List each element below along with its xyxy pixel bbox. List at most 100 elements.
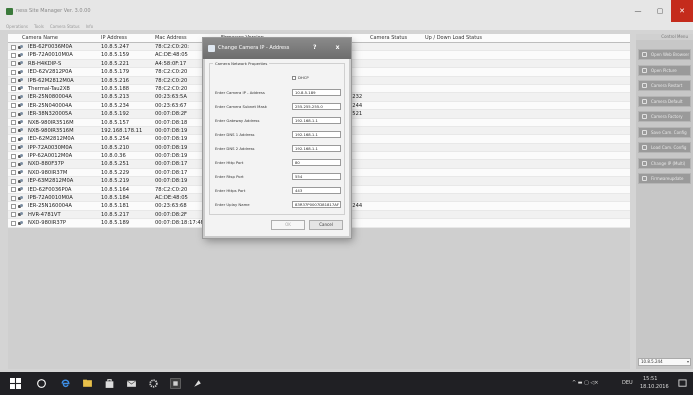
camera-icon <box>18 111 24 117</box>
clock-time[interactable]: 15:51 <box>643 376 657 382</box>
row-checkbox[interactable] <box>11 195 16 201</box>
column-header-updown[interactable]: Up / Down Load Status <box>425 34 482 43</box>
group-title: Camera Network Properties <box>213 61 270 66</box>
field-input[interactable]: 83R37P0007D81817AF <box>292 201 341 208</box>
row-checkbox[interactable] <box>11 111 16 117</box>
field-input[interactable]: 443 <box>292 187 341 194</box>
chevron-down-icon[interactable]: ▾ <box>687 359 689 365</box>
row-checkbox[interactable] <box>11 170 16 176</box>
camera-name: NXD-980IR37P <box>28 220 67 227</box>
search-icon[interactable] <box>36 378 47 389</box>
panel-button-label: Camera Factory <box>651 114 683 119</box>
field-input[interactable]: 10.8.5.189 <box>292 89 341 96</box>
language-indicator[interactable]: DEU <box>622 380 633 386</box>
close-button[interactable]: ✕ <box>671 0 693 22</box>
camera-name: NXD-980IR37M <box>28 169 68 176</box>
dhcp-checkbox[interactable]: DHCP <box>292 75 309 80</box>
firmware-version <box>349 152 489 160</box>
windows-start-icon[interactable] <box>10 378 21 389</box>
ip-address: 10.8.5.251 <box>101 161 130 168</box>
row-checkbox[interactable] <box>11 153 16 159</box>
panel-button-icon <box>642 67 647 73</box>
row-checkbox[interactable] <box>11 44 16 50</box>
row-checkbox[interactable] <box>11 136 16 142</box>
firmware-version <box>349 144 489 152</box>
cancel-button[interactable]: Cancel <box>309 220 343 230</box>
panel-button-open-web-browser[interactable]: Open Web Browser <box>638 49 691 60</box>
panel-button-camera-default[interactable]: Camera Default <box>638 95 691 107</box>
media-icon[interactable] <box>192 378 203 389</box>
camera-name: IED-62M2812M0A <box>28 136 75 143</box>
ip-address: 10.8.5.213 <box>101 94 130 101</box>
minimize-button[interactable]: — <box>627 0 649 22</box>
field-input[interactable]: 192.168.1.1 <box>292 117 341 124</box>
column-header-status[interactable]: Camera Status <box>370 34 407 43</box>
column-header-mac[interactable]: Mac Address <box>155 34 187 43</box>
field-label: Enter DNS 1 Address <box>215 132 255 137</box>
firmware-version <box>349 160 489 168</box>
row-checkbox[interactable] <box>11 120 16 126</box>
camera-icon <box>18 69 24 75</box>
tray-icons[interactable]: ^ ▬ ▢ ◁× <box>572 380 598 386</box>
panel-button-camera-restart[interactable]: Camera Restart <box>638 80 691 91</box>
row-checkbox[interactable] <box>11 94 16 100</box>
panel-button-firmwareupdate[interactable]: Firmwareupdate <box>638 173 691 184</box>
row-checkbox[interactable] <box>11 145 16 151</box>
row-checkbox[interactable] <box>11 86 16 92</box>
panel-button-load-cam-config[interactable]: Load Cam. Config <box>638 142 691 153</box>
help-button[interactable]: ? <box>313 44 316 51</box>
window-title: ness Site Manager Ver. 3.0.00 <box>16 8 91 14</box>
panel-button-camera-factory[interactable]: Camera Factory <box>638 111 691 122</box>
ip-select-value: 10.8.5.244 <box>641 359 663 364</box>
row-checkbox[interactable] <box>11 103 16 109</box>
camera-icon <box>18 120 24 125</box>
mail-icon[interactable] <box>126 378 137 389</box>
ok-button[interactable]: OK <box>271 220 305 230</box>
menu-operations[interactable]: Operations <box>6 24 28 29</box>
row-checkbox[interactable] <box>11 128 16 134</box>
settings-gear-icon[interactable] <box>148 378 159 389</box>
panel-button-open-picture[interactable]: Open Picture <box>638 64 691 76</box>
row-checkbox[interactable] <box>11 78 16 84</box>
menu-camera-status[interactable]: Camera Status <box>50 24 80 29</box>
panel-button-icon <box>642 129 647 135</box>
row-checkbox[interactable] <box>11 212 16 218</box>
field-input[interactable]: 255.255.255.0 <box>292 103 341 110</box>
ip-select[interactable]: 10.8.5.244 ▾ <box>638 358 691 366</box>
field-input[interactable]: 554 <box>292 173 341 180</box>
row-checkbox[interactable] <box>11 187 16 193</box>
panel-button-icon <box>642 98 647 104</box>
menu-tools[interactable]: Tools <box>34 24 44 29</box>
maximize-button[interactable]: ▢ <box>649 0 671 22</box>
dialog-close-button[interactable]: x <box>331 43 344 53</box>
row-checkbox[interactable] <box>11 220 16 226</box>
field-label: Enter Gateway Address <box>215 118 260 123</box>
field-input[interactable]: 192.168.1.1 <box>292 131 341 138</box>
firmware-version: 4521 <box>349 111 363 118</box>
ip-address: 10.8.5.192 <box>101 111 130 118</box>
file-explorer-icon[interactable] <box>82 378 93 389</box>
field-label: Enter Uplay Name <box>215 202 250 207</box>
notification-icon[interactable] <box>678 379 687 388</box>
browser-icon[interactable] <box>60 378 71 389</box>
field-input[interactable]: 192.168.1.1 <box>292 145 341 152</box>
row-checkbox[interactable] <box>11 69 16 75</box>
menu-info[interactable]: Info <box>86 24 94 29</box>
panel-button-save-cam-config[interactable]: Save Cam. Config <box>638 126 691 138</box>
checkbox-icon[interactable] <box>292 76 296 80</box>
field-input[interactable]: 80 <box>292 159 341 166</box>
panel-button-change-ip-multi[interactable]: Change IP (Multi) <box>638 157 691 169</box>
row-checkbox[interactable] <box>11 52 16 58</box>
store-icon[interactable] <box>104 378 115 389</box>
row-checkbox[interactable] <box>11 178 16 184</box>
camera-name: IPP-62A0012M0A <box>28 153 73 160</box>
column-header-name[interactable]: Camera Name <box>22 34 58 43</box>
clock-date[interactable]: 18.10.2016 <box>640 384 669 390</box>
column-header-ip[interactable]: IP Address <box>101 34 127 43</box>
row-checkbox[interactable] <box>11 203 16 209</box>
row-checkbox[interactable] <box>11 161 16 167</box>
site-manager-taskbar-icon[interactable] <box>170 378 181 389</box>
row-checkbox[interactable] <box>11 61 16 67</box>
ip-address: 10.8.0.36 <box>101 153 126 160</box>
ip-address: 10.8.5.221 <box>101 60 130 67</box>
